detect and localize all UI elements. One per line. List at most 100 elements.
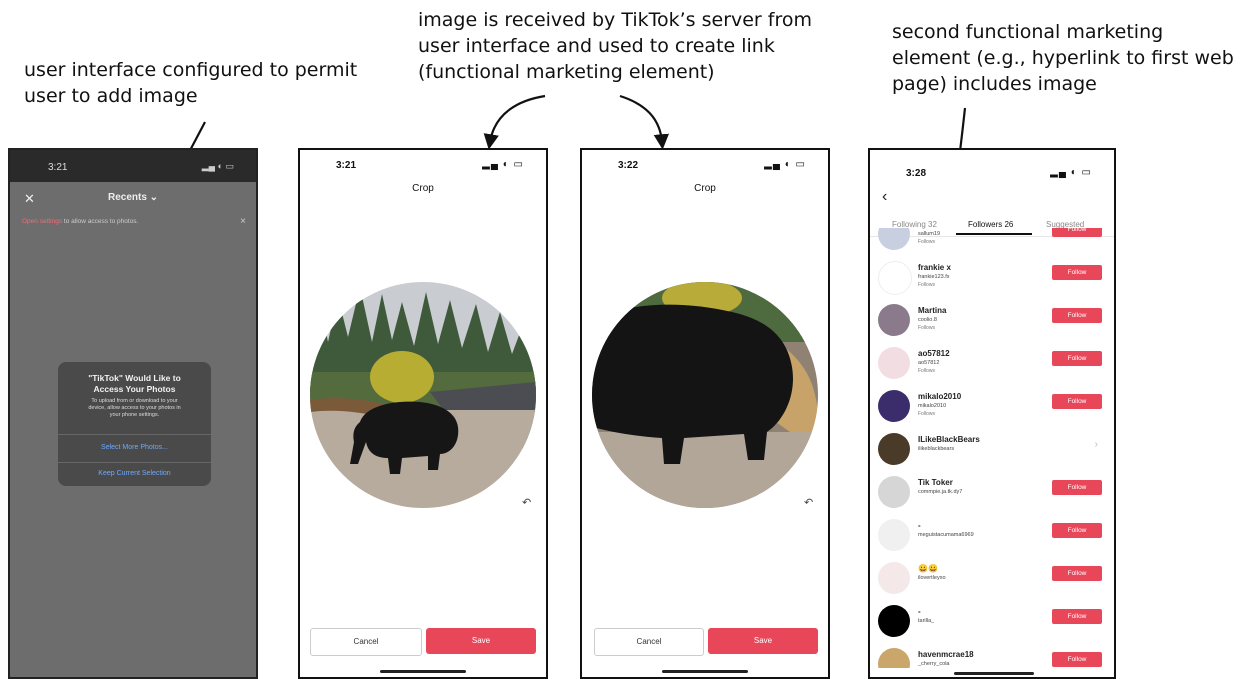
open-settings-link[interactable]: Open settings xyxy=(22,218,62,225)
crop-preview-image[interactable] xyxy=(592,282,818,508)
avatar[interactable] xyxy=(878,433,910,465)
follows-label: Follows xyxy=(918,368,935,374)
follower-handle: ilikeblackbears xyxy=(918,446,955,452)
follower-row[interactable]: ILikeBlackBears ilikeblackbears › xyxy=(878,429,1108,469)
caption-mid-line-2: user interface and used to create link xyxy=(418,35,775,57)
status-time: 3:22 xyxy=(618,160,639,171)
crop-title: Crop xyxy=(412,183,434,194)
follower-handle: commpie.ja.tk.dy7 xyxy=(918,489,963,495)
status-bar: 3:28 ▂▄ ◐ ▭ xyxy=(870,150,1114,179)
follow-button[interactable]: Follow xyxy=(1052,652,1102,667)
follow-button[interactable]: Follow xyxy=(1052,566,1102,581)
avatar[interactable] xyxy=(878,605,910,637)
save-button[interactable]: Save xyxy=(426,628,536,654)
phone-crop-screen-1: 3:21 ▂▄ ◐ ▭ Crop ↶ Cancel Save xyxy=(298,148,548,679)
home-indicator xyxy=(380,670,466,673)
avatar[interactable] xyxy=(878,562,910,594)
album-selector[interactable]: Recents ⌄ xyxy=(108,192,158,203)
follower-name: ILikeBlackBears xyxy=(918,435,980,444)
followers-list: sallum19 Follows Follow frankie x frankie123… xyxy=(870,228,1114,668)
follower-name: frankie x xyxy=(918,263,951,272)
status-time: 3:21 xyxy=(48,162,68,173)
follower-name: - xyxy=(918,607,921,616)
avatar[interactable] xyxy=(878,347,910,379)
follows-label: Follows xyxy=(918,282,935,288)
dialog-title-2: Access Your Photos xyxy=(93,384,176,394)
arrow-mid-left xyxy=(483,94,546,150)
follower-handle: ilovertleyxo xyxy=(918,575,946,581)
follower-row[interactable]: - tarilla_ Follow xyxy=(878,601,1108,641)
follow-button[interactable]: Follow xyxy=(1052,480,1102,495)
caption-right-line-3: page) includes image xyxy=(892,73,1097,95)
cancel-button[interactable]: Cancel xyxy=(310,628,422,656)
follower-row[interactable]: - meguistacumama6969 Follow xyxy=(878,515,1108,555)
follow-button[interactable]: Follow xyxy=(1052,265,1102,280)
follow-button[interactable]: Follow xyxy=(1052,523,1102,538)
follower-row[interactable]: sallum19 Follows Follow xyxy=(878,228,1108,254)
follower-row[interactable]: Martina coolio.8 Follows Follow xyxy=(878,300,1108,340)
dismiss-icon[interactable]: × xyxy=(240,216,246,227)
arrow-mid-right xyxy=(619,94,670,150)
follower-row[interactable]: ao57812 ao57812 Follows Follow xyxy=(878,343,1108,383)
settings-notice-text: to allow access to photos. xyxy=(62,218,139,225)
status-bar: 3:22 ▂▄ ◐ ▭ xyxy=(582,150,828,176)
follower-row[interactable]: havenmcrae18 _cherry_cola Follow xyxy=(878,644,1108,668)
follower-name: 😀😀 xyxy=(918,564,938,573)
rotate-icon[interactable]: ↶ xyxy=(804,496,813,509)
close-icon[interactable]: ✕ xyxy=(24,191,35,207)
follower-handle: mikalo2010 xyxy=(918,403,947,409)
signal-icon: ▂▄ ◐ ▭ xyxy=(482,159,524,170)
follows-label: Follows xyxy=(918,411,935,417)
follow-button[interactable]: Follow xyxy=(1052,609,1102,624)
settings-notice: Open settings to allow access to photos. xyxy=(22,218,138,225)
cancel-button[interactable]: Cancel xyxy=(594,628,704,656)
follows-label: Follows xyxy=(918,239,935,245)
follower-row[interactable]: mikalo2010 mikalo2010 Follows Follow xyxy=(878,386,1108,426)
phone-followers-screen: 3:28 ▂▄ ◐ ▭ ‹ Following 32 Followers 26 … xyxy=(868,148,1116,679)
follow-button[interactable]: Follow xyxy=(1052,228,1102,237)
follow-button[interactable]: Follow xyxy=(1052,394,1102,409)
signal-icon: ▂▄ ◐ ▭ xyxy=(1050,167,1092,178)
follow-button[interactable]: Follow xyxy=(1052,308,1102,323)
follows-label: Follows xyxy=(918,325,935,331)
avatar[interactable] xyxy=(878,648,910,668)
phone-crop-screen-2: 3:22 ▂▄ ◐ ▭ Crop ↶ Cancel Save xyxy=(580,148,830,679)
caption-left-line-2: user to add image xyxy=(24,85,198,107)
avatar[interactable] xyxy=(878,261,912,295)
caption-mid-line-3: (functional marketing element) xyxy=(418,61,715,83)
follower-name: ao57812 xyxy=(918,349,950,358)
save-button[interactable]: Save xyxy=(708,628,818,654)
status-time: 3:28 xyxy=(906,168,927,179)
avatar[interactable] xyxy=(878,390,910,422)
dialog-title-1: "TikTok" Would Like to xyxy=(88,373,181,383)
avatar[interactable] xyxy=(878,476,910,508)
follower-row[interactable]: Tik Toker commpie.ja.tk.dy7 Follow xyxy=(878,472,1108,512)
follower-handle: tarilla_ xyxy=(918,618,935,624)
status-bar: 3:21 ▂▄ ◐ ▭ xyxy=(300,150,546,176)
avatar[interactable] xyxy=(878,304,910,336)
follower-handle: coolio.8 xyxy=(918,317,937,323)
dialog-body-3: your phone settings. xyxy=(109,412,160,418)
dialog-body-2: device, allow access to your photos in xyxy=(88,405,181,411)
signal-icon: ▂▄ ◐ ▭ xyxy=(201,161,234,171)
follower-row[interactable]: 😀😀 ilovertleyxo Follow xyxy=(878,558,1108,598)
back-icon[interactable]: ‹ xyxy=(882,188,887,206)
avatar[interactable] xyxy=(878,228,910,250)
home-indicator xyxy=(662,670,748,673)
follower-handle: sallum19 xyxy=(918,231,941,237)
signal-icon: ▂▄ ◐ ▭ xyxy=(764,159,806,170)
select-more-photos-button[interactable]: Select More Photos... xyxy=(58,444,211,451)
permission-dialog: "TikTok" Would Like to Access Your Photo… xyxy=(58,362,211,486)
avatar[interactable] xyxy=(878,519,910,551)
rotate-icon[interactable]: ↶ xyxy=(522,496,531,509)
caption-right-line-2: element (e.g., hyperlink to first web xyxy=(892,47,1234,69)
crop-preview-image[interactable] xyxy=(310,282,536,508)
keep-current-selection-button[interactable]: Keep Current Selection xyxy=(58,470,211,477)
follower-name: Tik Toker xyxy=(918,478,953,487)
follower-row[interactable]: frankie x frankie123.fx Follows Follow xyxy=(878,257,1108,297)
caption-mid-line-1: image is received by TikTok’s server fro… xyxy=(418,9,812,31)
chevron-right-icon: › xyxy=(1094,439,1098,450)
caption-left-line-1: user interface configured to permit xyxy=(24,59,358,81)
follow-button[interactable]: Follow xyxy=(1052,351,1102,366)
follower-name: mikalo2010 xyxy=(918,392,962,401)
